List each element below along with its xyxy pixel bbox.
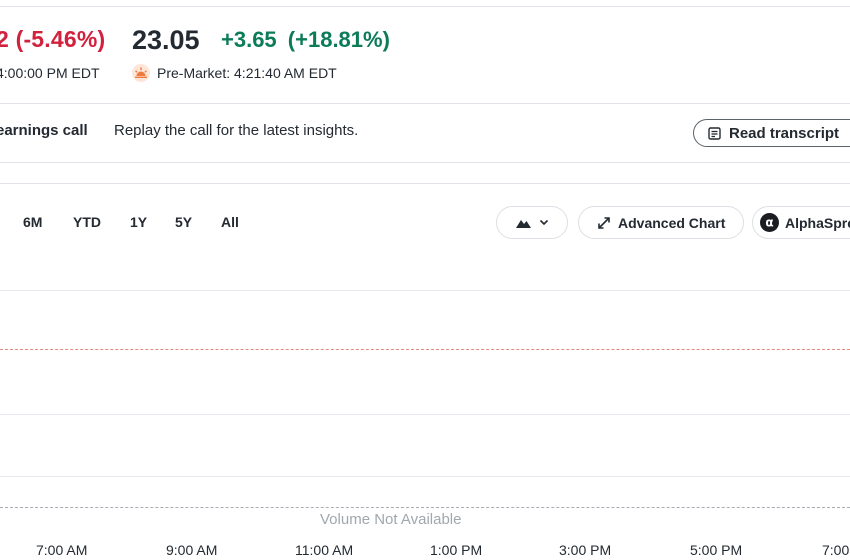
premarket-change: +3.65 (+18.81%): [221, 27, 390, 53]
chevron-down-icon: [539, 219, 549, 226]
advanced-chart-button[interactable]: Advanced Chart: [578, 206, 744, 239]
previous-close-line: [0, 349, 850, 350]
top-divider: [0, 6, 850, 7]
premarket-change-pct: (+18.81%): [287, 27, 390, 52]
regular-market-change: 2 (-5.46%): [0, 26, 106, 52]
x-axis-tick: 5:00 PM: [690, 542, 743, 558]
alpha-logo-icon: α: [760, 213, 779, 232]
earnings-call-description: Replay the call for the latest insights.: [114, 122, 359, 139]
premarket-price: 23.05: [132, 25, 200, 55]
x-axis-tick: 9:00 AM: [166, 542, 218, 558]
chart-type-dropdown[interactable]: [496, 206, 568, 239]
volume-baseline: [0, 507, 850, 508]
document-icon: [708, 126, 721, 140]
read-transcript-label: Read transcript: [729, 124, 840, 142]
x-axis-tick: 1:00 PM: [430, 542, 483, 558]
range-6m-button[interactable]: 6M: [23, 214, 42, 230]
x-axis-tick: 7:00: [822, 542, 850, 558]
x-axis-tick: 11:00 AM: [295, 542, 354, 558]
read-transcript-button[interactable]: Read transcript: [693, 119, 850, 147]
alphaspread-label: AlphaSpread: [785, 214, 850, 231]
chart-gridline: [0, 290, 850, 291]
range-1y-button[interactable]: 1Y: [130, 214, 147, 230]
alphaspread-button[interactable]: α AlphaSpread: [752, 206, 850, 239]
x-axis-tick: 3:00 PM: [559, 542, 612, 558]
range-all-button[interactable]: All: [221, 214, 239, 230]
svg-text:α: α: [765, 216, 773, 230]
premarket-change-value: +3.65: [221, 27, 277, 52]
expand-arrows-icon: [597, 216, 611, 230]
chart-card-top-border: [0, 183, 850, 184]
range-5y-button[interactable]: 5Y: [175, 214, 192, 230]
range-ytd-button[interactable]: YTD: [73, 214, 101, 230]
x-axis-tick: 7:00 AM: [36, 542, 88, 558]
earnings-divider: [0, 162, 850, 163]
sunrise-icon: [132, 64, 150, 82]
premarket-label: Pre-Market: 4:21:40 AM EDT: [157, 65, 337, 81]
advanced-chart-label: Advanced Chart: [618, 214, 726, 231]
header-divider: [0, 103, 850, 104]
volume-not-available: Volume Not Available: [320, 511, 462, 528]
chart-gridline: [0, 414, 850, 415]
mountain-chart-icon: [515, 218, 531, 228]
chart-gridline: [0, 476, 850, 477]
market-close-time: 4:00:00 PM EDT: [0, 65, 100, 81]
earnings-call-title: earnings call: [0, 122, 88, 139]
